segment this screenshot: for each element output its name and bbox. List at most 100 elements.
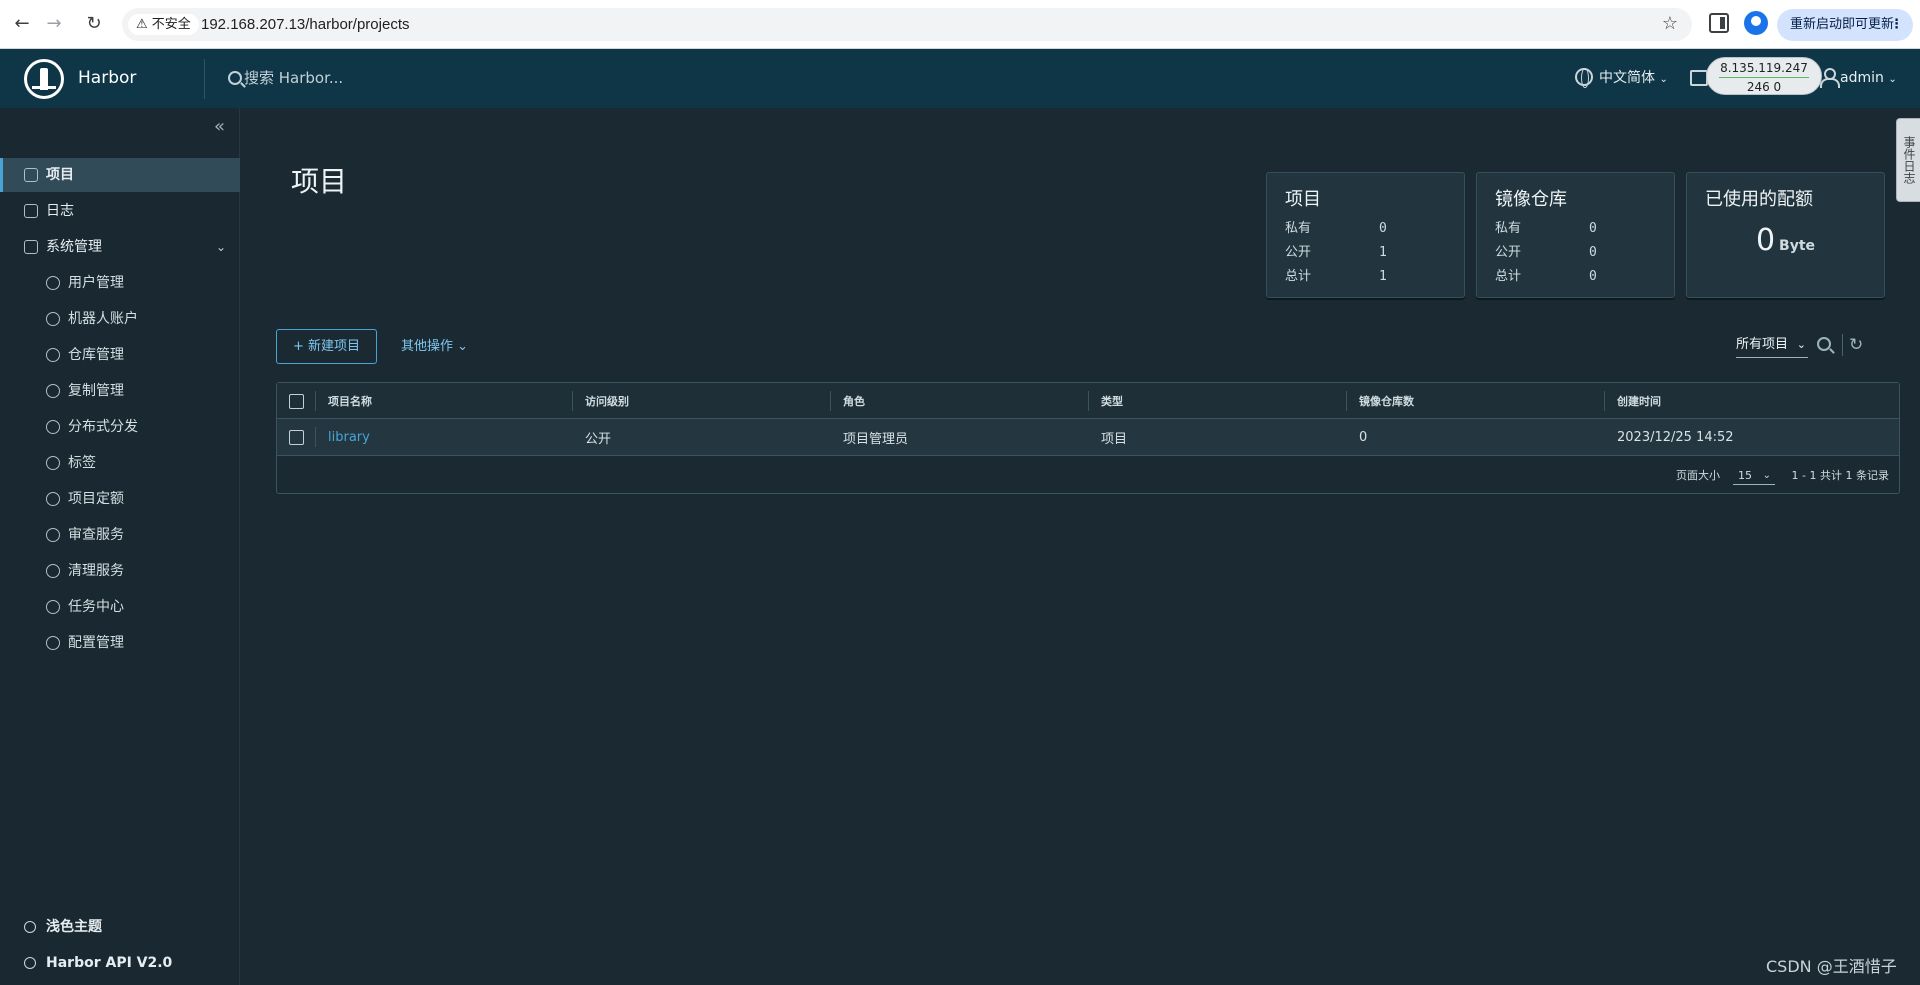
chevron-down-icon: ⌄ <box>1659 74 1668 85</box>
sidebar-item-admin[interactable]: 系统管理 ⌄ <box>0 230 240 264</box>
stat-row-private: 私有 0 <box>1285 217 1446 241</box>
other-actions-dropdown[interactable]: 其他操作 ⌄ <box>401 329 468 364</box>
browser-menu-icon[interactable]: ⋮ <box>1890 9 1903 41</box>
sidebar-item-robots[interactable]: 机器人账户 <box>0 302 240 336</box>
sidebar-item-label: 标签 <box>68 455 96 471</box>
overlay-stats: 246 0 <box>1746 80 1782 94</box>
pagination-info: 1 - 1 共计 1 条记录 <box>1791 469 1889 482</box>
chevron-down-icon: ⌄ <box>215 240 226 254</box>
access-level-cell: 公开 <box>585 431 612 447</box>
sidebar-item-users[interactable]: 用户管理 <box>0 266 240 300</box>
sidebar-item-labels[interactable]: 标签 <box>0 446 240 480</box>
admin-icon <box>24 240 38 254</box>
sidebar: « 项目 日志 系统管理 ⌄ 用户管理 机器人账户 仓库管理 复制管理 分布式分… <box>0 108 240 985</box>
search-icon[interactable] <box>1817 337 1831 351</box>
api-label: Harbor API V2.0 <box>46 955 173 971</box>
bookmark-star-icon[interactable]: ☆ <box>1662 13 1678 34</box>
select-all-checkbox[interactable] <box>289 394 304 409</box>
page-size-value: 15 <box>1738 469 1752 482</box>
sidebar-item-logs[interactable]: 日志 <box>0 194 240 228</box>
sidebar-item-registries[interactable]: 仓库管理 <box>0 338 240 372</box>
api-explorer-link[interactable]: Harbor API V2.0 <box>0 946 240 980</box>
brand-name[interactable]: Harbor <box>78 49 136 108</box>
side-panel-icon[interactable] <box>1709 13 1729 33</box>
column-header-created[interactable]: 创建时间 <box>1605 383 1661 418</box>
harbor-logo-icon[interactable] <box>24 59 64 99</box>
row-checkbox[interactable] <box>289 430 304 445</box>
insecure-label: 不安全 <box>151 17 191 32</box>
stat-value: 0 <box>1589 221 1597 236</box>
update-button[interactable]: 重新启动即可更新 ⋮ <box>1777 9 1913 41</box>
stat-label: 公开 <box>1285 245 1312 260</box>
sidebar-item-distribution[interactable]: 分布式分发 <box>0 410 240 444</box>
url-text[interactable]: 192.168.207.13/harbor/projects <box>201 8 409 41</box>
collapse-sidebar-icon[interactable]: « <box>214 116 225 137</box>
sidebar-item-label: 项目 <box>46 167 74 183</box>
language-selector[interactable]: 中文简体 ⌄ <box>1575 49 1668 109</box>
column-header-repo-count[interactable]: 镜像仓库数 <box>1347 383 1414 418</box>
quota-summary-card: 已使用的配额 0 Byte <box>1686 172 1885 298</box>
sidebar-item-label: 复制管理 <box>68 383 124 399</box>
role-cell: 项目管理员 <box>843 431 909 447</box>
table-row: library 公开 项目管理员 项目 0 2023/12/25 14:52 <box>277 419 1899 456</box>
network-overlay: 8.135.119.247 246 0 <box>1706 57 1822 95</box>
card-title: 镜像仓库 <box>1495 189 1567 210</box>
sidebar-item-replications[interactable]: 复制管理 <box>0 374 240 408</box>
back-icon[interactable]: ← <box>10 12 34 36</box>
new-project-button[interactable]: + 新建项目 <box>276 329 377 364</box>
column-header-role[interactable]: 角色 <box>831 383 865 418</box>
profile-avatar-icon[interactable] <box>1744 11 1768 35</box>
stat-label: 总计 <box>1285 269 1312 284</box>
app-header: Harbor 搜索 Harbor... 中文简体 ⌄ admin ⌄ <box>0 49 1920 108</box>
column-header-name[interactable]: 项目名称 <box>316 383 372 418</box>
sidebar-item-projects[interactable]: 项目 <box>0 158 240 192</box>
sidebar-item-scanners[interactable]: 审查服务 <box>0 518 240 552</box>
quota-icon <box>46 492 60 506</box>
sidebar-item-config[interactable]: 配置管理 <box>0 626 240 660</box>
projects-table: 项目名称 访问级别 角色 类型 镜像仓库数 创建时间 library 公开 项目… <box>276 382 1900 494</box>
chevron-down-icon: ⌄ <box>457 339 469 354</box>
page-size-select[interactable]: 15 ⌄ <box>1733 465 1775 485</box>
projects-summary-card: 项目 私有 0 公开 1 总计 1 <box>1266 172 1465 298</box>
forward-icon[interactable]: → <box>42 12 66 36</box>
column-header-access[interactable]: 访问级别 <box>573 383 629 418</box>
user-menu[interactable]: admin ⌄ <box>1820 49 1897 109</box>
stat-value: 0 <box>1379 221 1387 236</box>
global-search-input[interactable]: 搜索 Harbor... <box>228 49 343 108</box>
stat-row-total: 总计 0 <box>1495 265 1656 289</box>
insecure-chip[interactable]: ⚠ 不安全 <box>128 14 199 35</box>
sidebar-item-label: 系统管理 <box>46 239 102 255</box>
theme-toggle[interactable]: 浅色主题 <box>0 910 240 944</box>
sidebar-item-quotas[interactable]: 项目定额 <box>0 482 240 516</box>
quota-number: 0 <box>1755 223 1776 258</box>
event-log-tab[interactable]: 事件日志 <box>1896 118 1920 202</box>
stat-value: 0 <box>1589 245 1597 260</box>
dashboard-icon <box>46 600 60 614</box>
address-bar[interactable]: ⚠ 不安全 192.168.207.13/harbor/projects ☆ <box>122 8 1692 41</box>
user-name: admin <box>1840 70 1884 86</box>
type-cell: 项目 <box>1101 431 1128 447</box>
card-title: 已使用的配额 <box>1705 189 1813 210</box>
sidebar-item-label: 日志 <box>46 203 74 219</box>
sun-icon <box>24 921 36 933</box>
stat-value: 1 <box>1379 269 1387 284</box>
registry-icon <box>46 348 60 362</box>
filter-label: 所有项目 <box>1736 337 1789 352</box>
search-placeholder: 搜索 Harbor... <box>244 69 344 87</box>
project-filter-select[interactable]: 所有项目 ⌄ <box>1736 334 1809 358</box>
page-title: 项目 <box>291 165 348 198</box>
reload-icon[interactable]: ↻ <box>82 12 106 36</box>
stat-row-total: 总计 1 <box>1285 265 1446 289</box>
sidebar-item-gc[interactable]: 清理服务 <box>0 554 240 588</box>
project-name-link[interactable]: library <box>316 419 370 455</box>
users-icon <box>46 276 60 290</box>
column-header-type[interactable]: 类型 <box>1089 383 1123 418</box>
sidebar-item-jobs[interactable]: 任务中心 <box>0 590 240 624</box>
sidebar-item-label: 清理服务 <box>68 563 124 579</box>
table-header: 项目名称 访问级别 角色 类型 镜像仓库数 创建时间 <box>277 383 1899 419</box>
stat-value: 0 <box>1589 269 1597 284</box>
created-time-cell: 2023/12/25 14:52 <box>1617 429 1734 445</box>
gear-icon <box>46 636 60 650</box>
refresh-icon[interactable]: ↻ <box>1849 335 1863 355</box>
replication-icon <box>46 384 60 398</box>
